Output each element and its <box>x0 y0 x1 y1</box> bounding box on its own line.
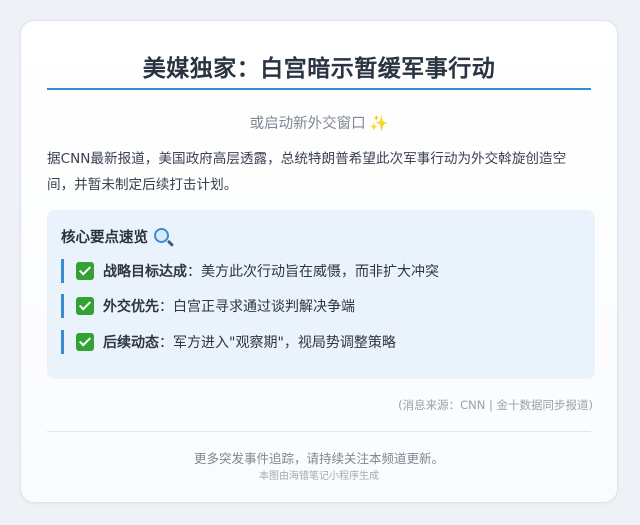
key-point-item: 外交优先：白宫正寻求通过谈判解决争端 <box>61 294 355 318</box>
key-point-item: 战略目标达成：美方此次行动旨在威慑，而非扩大冲突 <box>61 259 439 283</box>
footer-note: 更多突发事件追踪，请持续关注本频道更新。 <box>193 451 444 466</box>
key-points-title: 核心要点速览 <box>61 226 169 247</box>
headline: 美媒独家：白宫暗示暂缓军事行动 <box>142 56 496 82</box>
key-points-panel: 核心要点速览 战略目标达成：美方此次行动旨在威慑，而非扩大冲突 外交优先：白宫正… <box>47 210 595 379</box>
key-point-label: 后续动态 <box>103 335 159 351</box>
key-point-separator: ： <box>187 264 201 280</box>
check-icon <box>76 333 94 351</box>
key-point-separator: ： <box>159 335 173 351</box>
subheadline: 或启动新外交窗口 ✨ <box>21 112 617 133</box>
key-point-item: 后续动态：军方进入"观察期"，视局势调整策略 <box>61 330 396 354</box>
key-point-separator: ： <box>159 299 173 315</box>
key-points-title-text: 核心要点速览 <box>61 230 148 246</box>
headline-divider <box>47 88 591 90</box>
key-point-label: 外交优先 <box>103 299 159 315</box>
key-point-text: 军方进入"观察期"，视局势调整策略 <box>173 335 396 351</box>
subheadline-text: 或启动新外交窗口 <box>249 116 366 132</box>
check-icon <box>76 262 94 280</box>
sparkles-icon: ✨ <box>369 114 389 132</box>
news-card: 美媒独家：白宫暗示暂缓军事行动 或启动新外交窗口 ✨ 据CNN最新报道，美国政府高… <box>20 20 618 503</box>
key-point-text: 美方此次行动旨在威慑，而非扩大冲突 <box>201 264 439 280</box>
check-icon <box>76 297 94 315</box>
footer-credit: 本图由海错笔记小程序生成 <box>259 471 379 482</box>
lead-paragraph: 据CNN最新报道，美国政府高层透露，总统特朗普希望此次军事行动为外交斡旋创造空间… <box>47 151 567 193</box>
magnifier-icon <box>154 228 169 243</box>
key-point-text: 白宫正寻求通过谈判解决争端 <box>173 299 355 315</box>
source-note: (消息来源：CNN | 金十数据同步报道) <box>398 398 593 412</box>
key-point-label: 战略目标达成 <box>103 264 187 280</box>
footer-divider <box>47 431 591 432</box>
